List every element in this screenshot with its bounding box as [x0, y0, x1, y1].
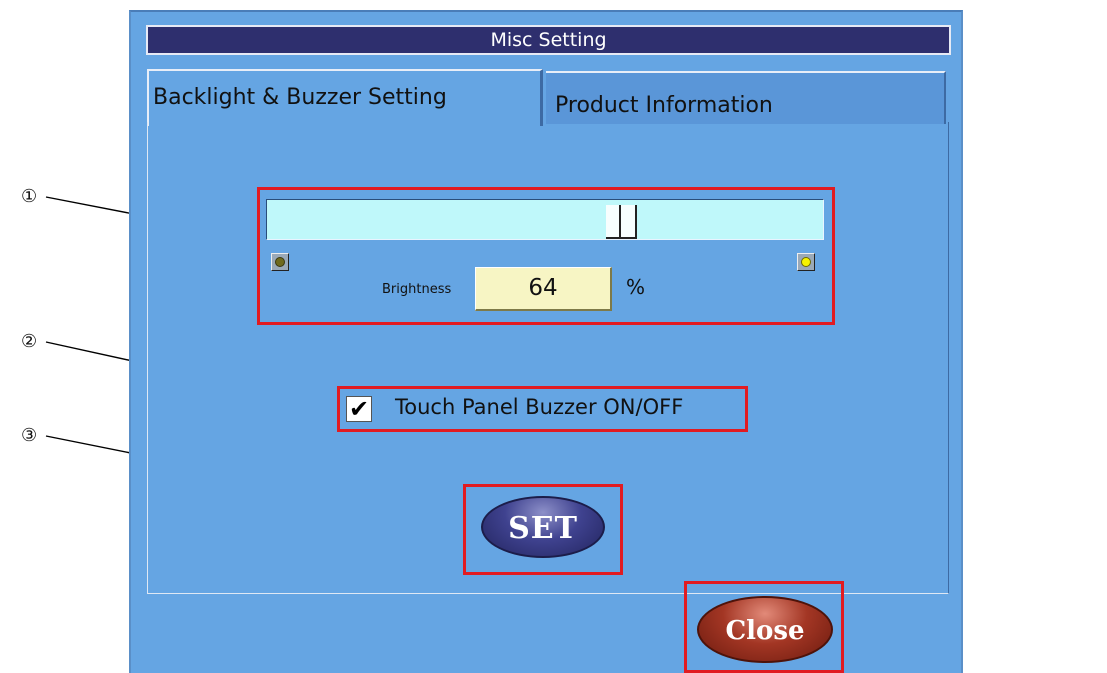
close-highlight-box [684, 581, 844, 673]
tab-product-information[interactable]: Product Information [546, 71, 946, 124]
tab-backlight-buzzer[interactable]: Backlight & Buzzer Setting [147, 69, 543, 126]
callout-3: ③ [21, 425, 38, 446]
callout-2: ② [21, 331, 38, 352]
buzzer-highlight-box [337, 386, 748, 432]
callout-1: ① [21, 186, 38, 207]
window-title: Misc Setting [146, 25, 951, 55]
backlight-highlight-box [257, 187, 835, 325]
set-highlight-box [463, 484, 623, 575]
